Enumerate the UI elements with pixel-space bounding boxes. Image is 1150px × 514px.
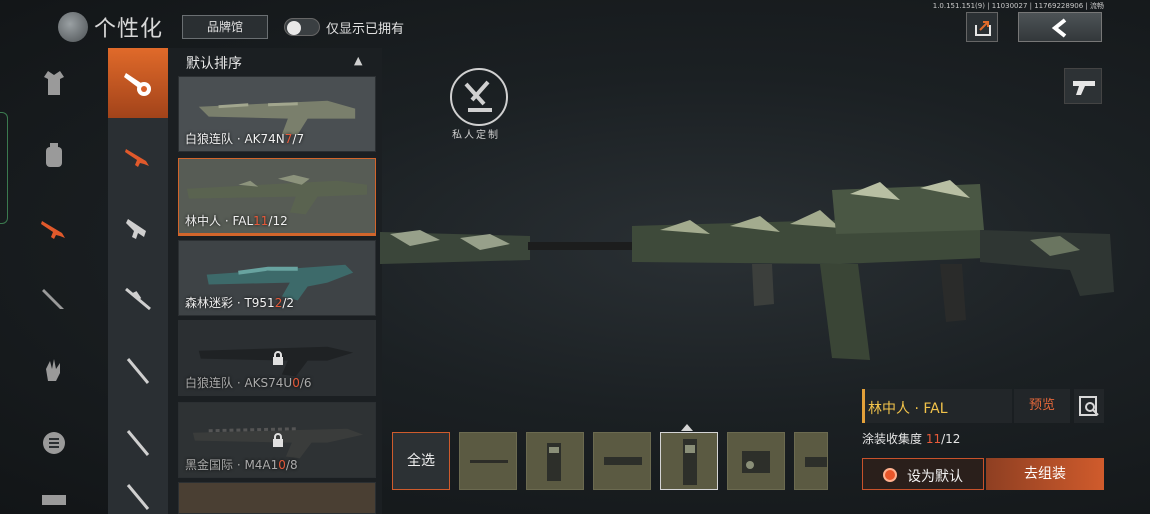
subcategory-smg[interactable] (108, 192, 168, 262)
subcategory-more[interactable] (108, 480, 168, 514)
set-default-label: 设为默认 (907, 469, 963, 485)
attachment-slot[interactable] (526, 432, 584, 490)
subcategory-assault-rifle[interactable] (108, 120, 168, 190)
selected-attachment-pointer-icon (681, 424, 693, 431)
category-column (0, 48, 108, 514)
category-gloves[interactable] (0, 336, 108, 406)
weapon-subcategory-column (108, 48, 168, 514)
inspect-icon (1079, 396, 1099, 416)
skin-card[interactable]: 黑金国际 · M4A10/8 (178, 402, 376, 478)
collection-progress: 涂装收集度 11/12 (862, 432, 961, 446)
lock-icon (273, 433, 283, 447)
assault-rifle-icon (125, 149, 149, 167)
share-button[interactable] (966, 12, 998, 42)
weapon-view-button[interactable] (1064, 68, 1102, 104)
sort-dropdown[interactable]: 默认排序 (186, 53, 242, 73)
subcategory-dmr[interactable] (108, 336, 168, 406)
version-text: 1.0.151.151(9) | 11030027 | 11769228906 … (932, 2, 1104, 10)
category-more[interactable] (0, 480, 108, 514)
back-button[interactable] (1018, 12, 1102, 42)
smg-icon (126, 219, 146, 239)
sort-collapse-icon[interactable]: ▲ (354, 54, 362, 67)
knife-icon (42, 289, 64, 309)
grip-attachment-icon (547, 443, 561, 481)
scope-attachment-icon (742, 451, 770, 473)
fal-rifle-model (380, 180, 1114, 360)
subcategory-shotgun[interactable] (108, 408, 168, 478)
attachment-slot[interactable] (727, 432, 785, 490)
private-custom-emblem-icon (450, 68, 508, 126)
subcategory-sniper[interactable] (108, 264, 168, 334)
magazine-attachment-icon (683, 439, 697, 485)
weapon-custom-icon (124, 73, 151, 96)
page-title: 个性化 (94, 17, 164, 42)
attachment-slot-selected[interactable] (660, 432, 718, 490)
skin-card[interactable]: 白狼连队 · AK74N7/7 (178, 76, 376, 152)
pistol-icon (1073, 81, 1095, 95)
more-icon (42, 495, 66, 505)
glove-icon (46, 359, 60, 381)
select-all-button[interactable]: 全选 (392, 432, 450, 490)
category-outfit[interactable] (0, 48, 108, 118)
rifle-icon (41, 221, 65, 239)
rail-attachment-icon (604, 457, 642, 465)
owned-only-toggle[interactable] (284, 18, 320, 36)
share-icon (975, 21, 991, 36)
attachment-slot[interactable] (459, 432, 517, 490)
personalize-logo-icon (58, 12, 88, 42)
skin-name: 白狼连队 · AKS74U0/6 (185, 376, 312, 390)
preview-button[interactable]: 预览 (1014, 389, 1070, 423)
skin-card-partial[interactable] (178, 482, 376, 514)
skin-card[interactable]: 白狼连队 · AKS74U0/6 (178, 320, 376, 396)
badge-icon (43, 432, 65, 454)
category-backpack[interactable] (0, 120, 108, 190)
set-default-button[interactable]: 设为默认 (862, 458, 984, 490)
default-radio-icon (883, 468, 897, 482)
skin-list: 默认排序 ▲ 白狼连队 · AK74N7/7 林中人 · FAL11/12 森林… (168, 48, 382, 514)
inspect-button[interactable] (1074, 389, 1104, 423)
rifle-small-icon (126, 484, 150, 510)
skin-name: 林中人 · FAL11/12 (185, 214, 288, 228)
skin-name: 白狼连队 · AK74N7/7 (185, 132, 305, 146)
skin-name: 森林迷彩 · T9512/2 (185, 296, 295, 310)
owned-only-label: 仅显示已拥有 (326, 22, 405, 37)
outfit-icon (44, 71, 64, 95)
category-badge[interactable] (0, 408, 108, 478)
shotgun-icon (126, 430, 150, 456)
toggle-knob (287, 21, 301, 35)
emblem-label: 私人定制 (452, 130, 500, 141)
attachment-slot[interactable] (794, 432, 828, 490)
selected-underline (178, 234, 376, 236)
sniper-icon (125, 287, 151, 311)
category-weapon[interactable] (0, 192, 108, 262)
attachment-slot[interactable] (593, 432, 651, 490)
subcategory-custom[interactable] (108, 48, 168, 118)
lock-icon (273, 351, 283, 365)
backpack-icon (46, 143, 62, 167)
skin-card-selected[interactable]: 林中人 · FAL11/12 (178, 158, 376, 234)
next-skin-thumbnail (179, 483, 375, 513)
muzzle-attachment-icon (805, 457, 827, 467)
category-melee[interactable] (0, 264, 108, 334)
top-bar: 个性化 品牌馆 仅显示已拥有 1.0.151.151(9) | 11030027… (0, 0, 1150, 48)
skin-name: 黑金国际 · M4A10/8 (185, 458, 298, 472)
skin-card[interactable]: 森林迷彩 · T9512/2 (178, 240, 376, 316)
back-arrow-icon (1051, 18, 1067, 38)
brand-hall-button[interactable]: 品牌馆 (182, 15, 268, 39)
selected-skin-name: 林中人 · FAL (868, 401, 948, 417)
dmr-icon (126, 358, 150, 384)
go-assemble-button[interactable]: 去组装 (986, 458, 1104, 490)
barrel-attachment-icon (470, 460, 508, 463)
